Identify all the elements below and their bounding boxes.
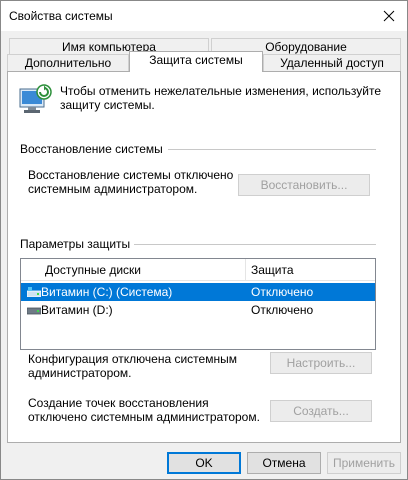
create-disabled-text: Создание точек восстановления отключено …: [28, 396, 260, 424]
intro-text: Чтобы отменить нежелательные изменения, …: [60, 84, 382, 112]
drive-protection-status: Отключено: [251, 303, 314, 317]
drives-list[interactable]: Доступные диски Защита Витамин (C:) (Сис…: [20, 258, 376, 350]
drive-icon: [27, 307, 41, 315]
config-disabled-text: Конфигурация отключена системным админис…: [28, 352, 237, 380]
close-button[interactable]: [371, 1, 407, 31]
drive-name: Витамин (D:): [41, 303, 113, 317]
restore-group-title: Восстановление системы: [20, 142, 163, 156]
tab-advanced[interactable]: Дополнительно: [7, 54, 129, 72]
title-bar[interactable]: Свойства системы: [1, 1, 407, 31]
restore-button[interactable]: Восстановить...: [238, 174, 370, 196]
drive-name: Витамин (C:) (Система): [41, 285, 173, 299]
system-protection-panel: Чтобы отменить нежелательные изменения, …: [7, 71, 401, 443]
restore-group-divider: [168, 149, 376, 150]
ok-button[interactable]: OK: [167, 452, 241, 474]
protection-group-title: Параметры защиты: [20, 237, 131, 251]
window-title: Свойства системы: [9, 9, 113, 23]
drive-row-c[interactable]: Витамин (C:) (Система) Отключено: [21, 283, 375, 301]
system-drive-icon: [27, 287, 41, 297]
close-icon: [383, 10, 395, 22]
configure-button[interactable]: Настроить...: [270, 352, 372, 374]
apply-button[interactable]: Применить: [327, 452, 401, 474]
column-available-drives[interactable]: Доступные диски: [39, 259, 247, 281]
create-button[interactable]: Создать...: [270, 400, 372, 422]
tab-system-protection[interactable]: Защита системы: [129, 51, 263, 72]
tab-remote-access[interactable]: Удаленный доступ: [263, 54, 401, 72]
drive-row-d[interactable]: Витамин (D:) Отключено: [21, 301, 375, 319]
column-protection[interactable]: Защита: [245, 259, 365, 281]
restore-disabled-text: Восстановление системы отключено системн…: [28, 168, 234, 196]
protection-group-divider: [134, 244, 376, 245]
cancel-button[interactable]: Отмена: [247, 452, 321, 474]
drives-list-header: Доступные диски Защита: [21, 259, 375, 281]
drive-protection-status: Отключено: [251, 285, 314, 299]
system-protection-icon: [19, 84, 52, 113]
system-properties-window: Свойства системы Имя компьютера Оборудов…: [0, 0, 408, 480]
